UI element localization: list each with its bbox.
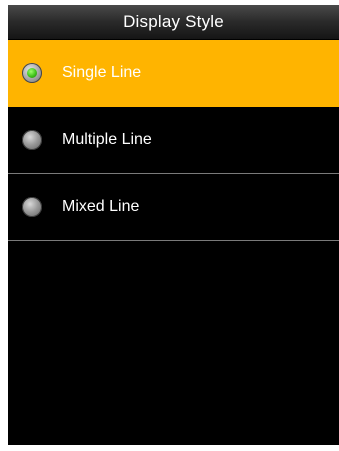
option-multiple-line[interactable]: Multiple Line [8, 107, 339, 174]
option-single-line[interactable]: Single Line [8, 40, 339, 107]
title-bar: Display Style [8, 5, 339, 40]
radio-dot-icon [27, 68, 37, 78]
page-title: Display Style [123, 12, 224, 31]
option-label: Single Line [62, 64, 142, 81]
radio-unselected-icon[interactable] [22, 130, 42, 150]
option-label: Mixed Line [62, 198, 140, 215]
radio-selected-icon[interactable] [22, 63, 42, 83]
radio-unselected-icon[interactable] [22, 197, 42, 217]
option-mixed-line[interactable]: Mixed Line [8, 174, 339, 241]
option-label: Multiple Line [62, 131, 152, 148]
option-list: Single Line Multiple Line Mixed Line [8, 40, 339, 241]
device-screen: Display Style Single Line Multiple Line … [8, 5, 339, 445]
